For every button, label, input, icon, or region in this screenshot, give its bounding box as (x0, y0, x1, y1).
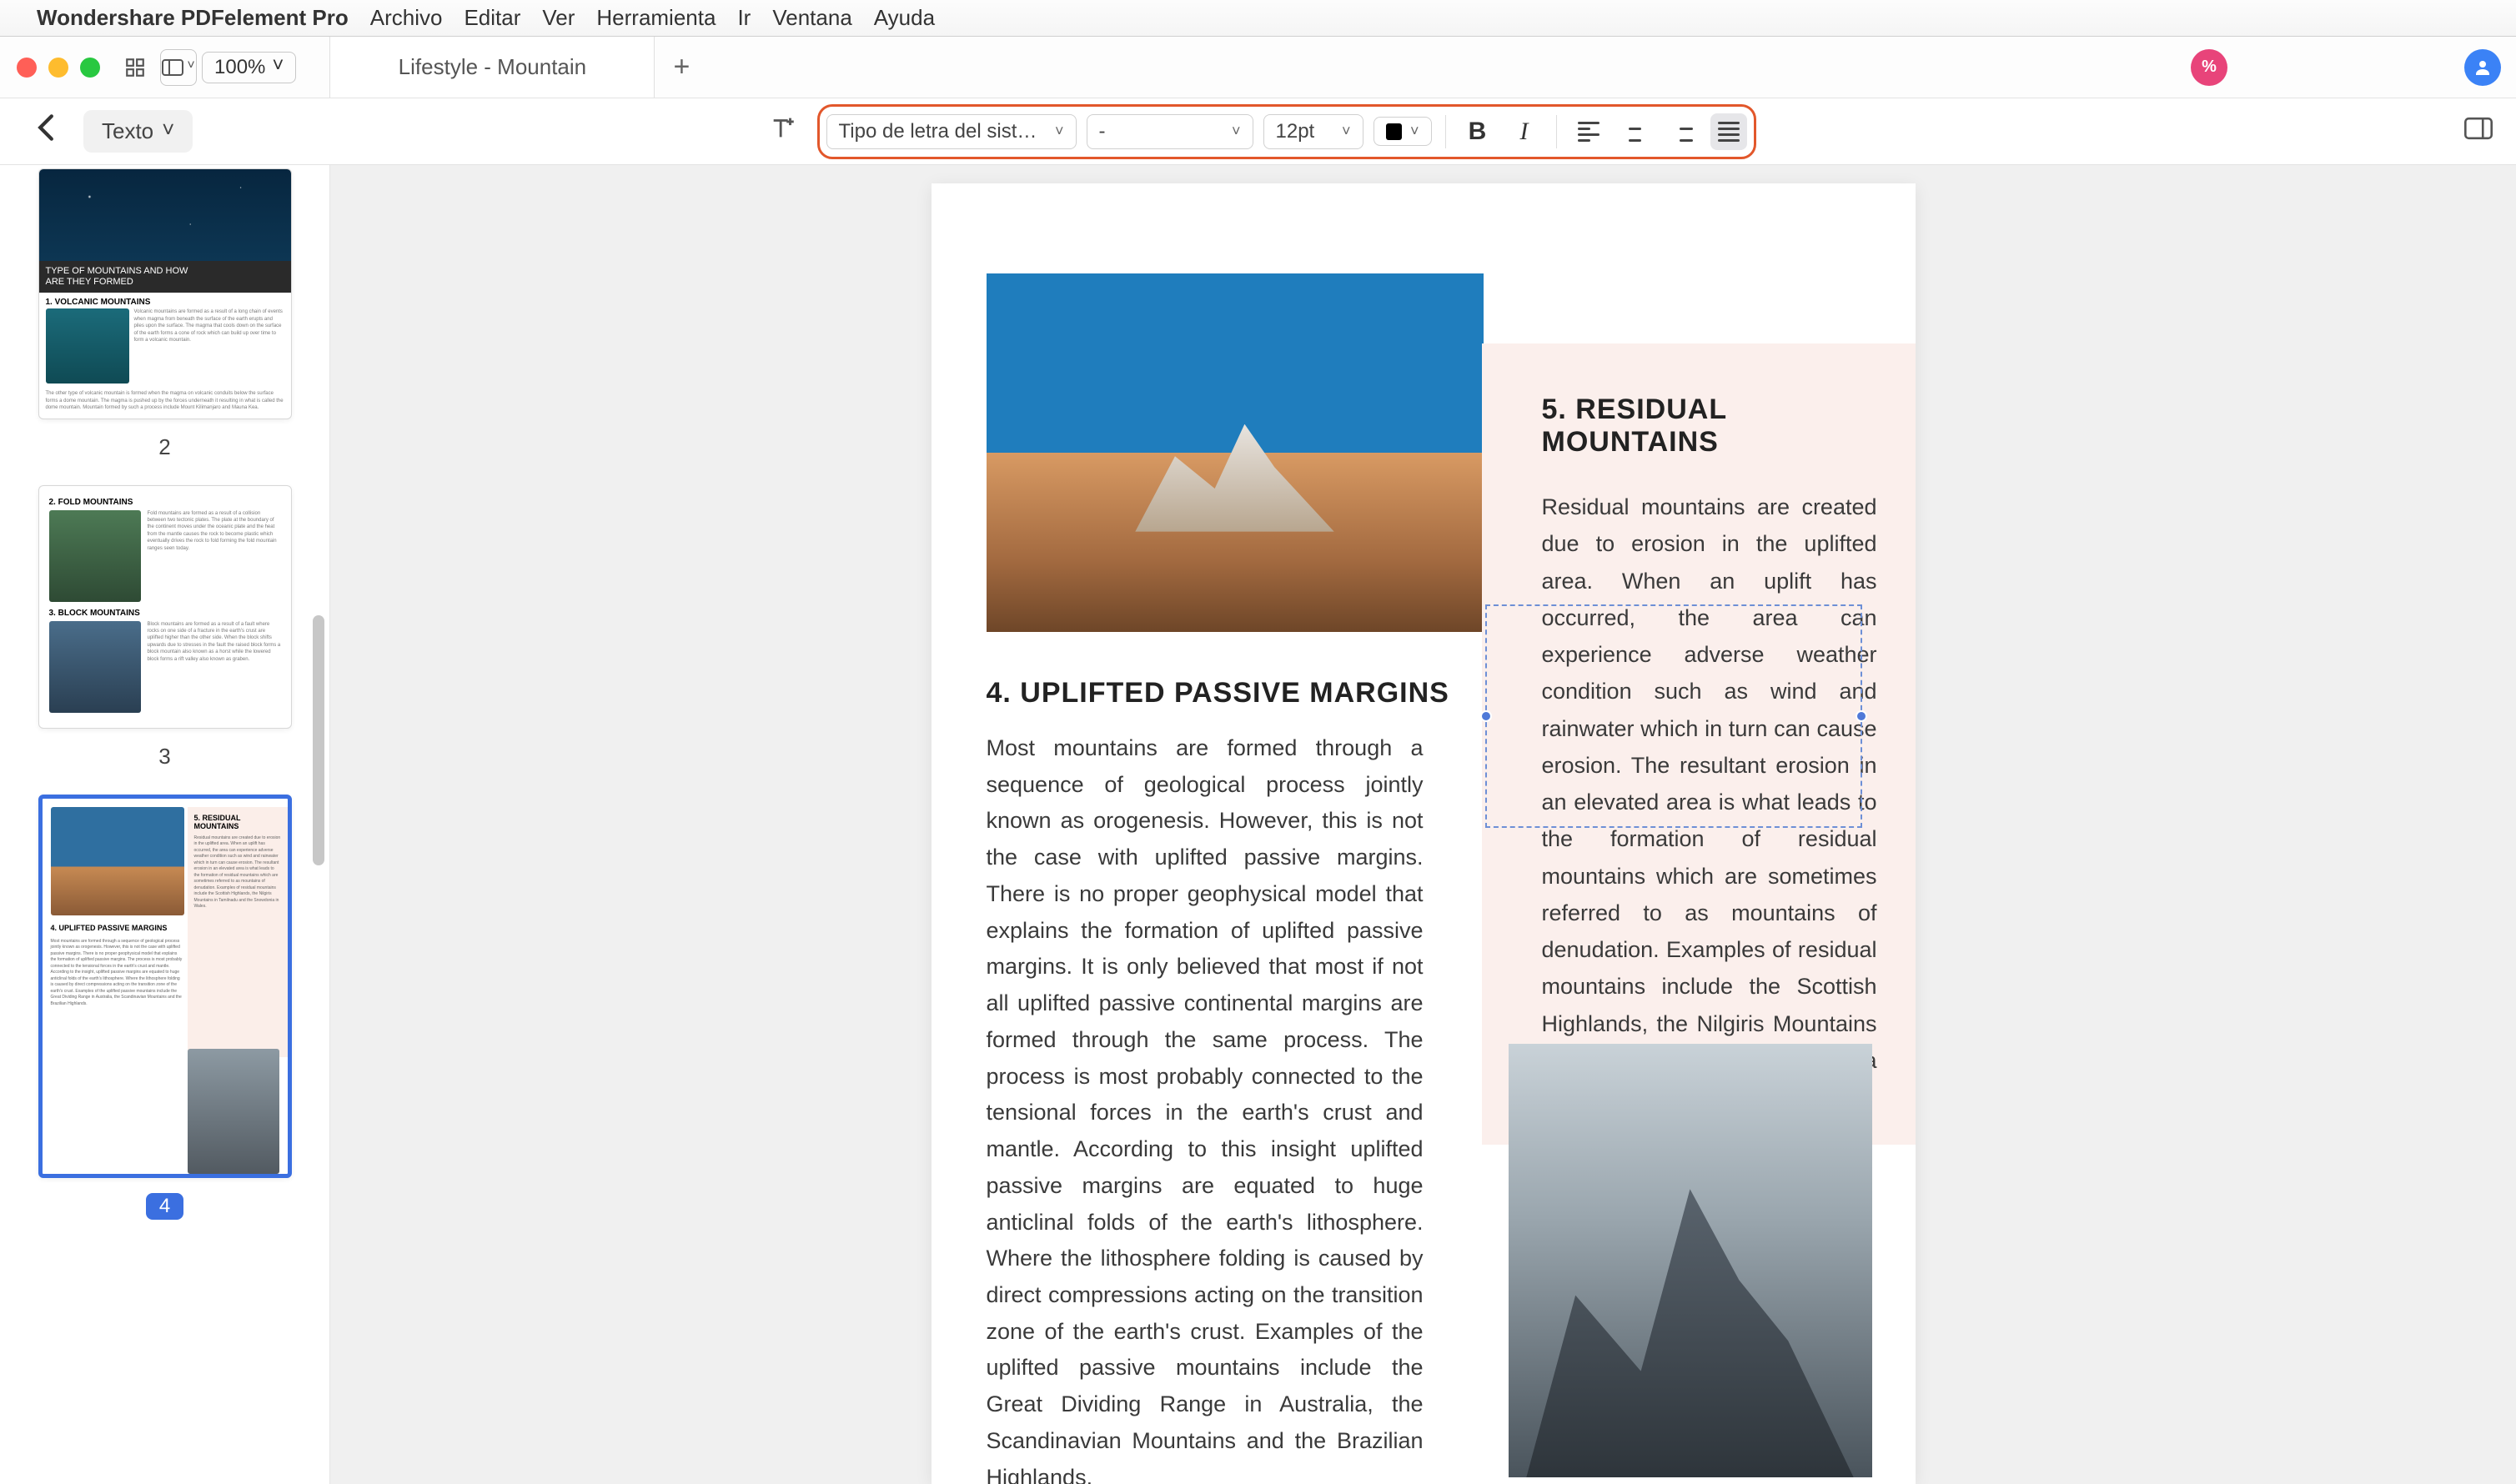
new-tab-button[interactable]: + (655, 37, 708, 98)
font-style-dropdown[interactable]: - ˅ (1087, 114, 1253, 149)
align-right-button[interactable] (1664, 113, 1700, 150)
page-4[interactable]: 4. UPLIFTED PASSIVE MARGINS Most mountai… (932, 183, 1916, 1484)
divider (1445, 115, 1446, 148)
window-titlebar: ˅ 100% ˅ Lifestyle - Mountain + % (0, 37, 2516, 98)
font-size-value: 12pt (1276, 120, 1315, 143)
page-number-label: 2 (20, 434, 309, 460)
thumb3-section-b: 3. BLOCK MOUNTAINS (49, 609, 281, 618)
close-window-button[interactable] (17, 58, 37, 78)
right-panel: 5. RESIDUAL MOUNTAINS Residual mountains… (1482, 343, 1916, 1145)
page-thumbnail-selected[interactable]: 5. RESIDUAL MOUNTAINS Residual mountains… (38, 795, 292, 1178)
add-text-icon[interactable] (761, 113, 806, 149)
thumb4-right-title: 5. RESIDUAL MOUNTAINS (194, 814, 281, 830)
thumb2-title-line2: ARE THEY FORMED (46, 277, 284, 288)
properties-panel-toggle-icon[interactable] (2464, 117, 2493, 147)
sidebar-scrollbar[interactable] (313, 165, 324, 1484)
font-color-dropdown[interactable]: ˅ (1374, 117, 1432, 146)
thumb4-left-title: 4. UPLIFTED PASSIVE MARGINS (51, 924, 168, 932)
font-size-dropdown[interactable]: 12pt ˅ (1263, 114, 1363, 149)
menu-ver[interactable]: Ver (542, 5, 575, 31)
align-left-button[interactable] (1570, 113, 1607, 150)
page-number-label-selected: 4 (20, 1193, 309, 1220)
edit-toolbar: Texto ˅ Tipo de letra del sist… ˅ - ˅ 12… (0, 98, 2516, 165)
macos-menubar: Wondershare PDFelement Pro Archivo Edita… (0, 0, 2516, 37)
document-tab[interactable]: Lifestyle - Mountain (329, 37, 655, 98)
menu-archivo[interactable]: Archivo (370, 5, 443, 31)
text-mode-button[interactable]: Texto ˅ (83, 110, 193, 153)
align-center-button[interactable] (1617, 113, 1654, 150)
text-mode-label: Texto (102, 118, 153, 144)
font-family-dropdown[interactable]: Tipo de letra del sist… ˅ (826, 114, 1077, 149)
page-number-label: 3 (20, 744, 309, 770)
main-area: TYPE OF MOUNTAINS AND HOW ARE THEY FORME… (0, 165, 2516, 1484)
color-swatch-icon (1386, 123, 1402, 140)
text-format-group-highlight: Tipo de letra del sist… ˅ - ˅ 12pt ˅ ˅ B… (817, 104, 1756, 159)
zoom-value: 100% (214, 56, 265, 79)
heading-uplifted[interactable]: 4. UPLIFTED PASSIVE MARGINS (987, 677, 1449, 709)
thumb2-title-line1: TYPE OF MOUNTAINS AND HOW (46, 266, 284, 277)
menu-ayuda[interactable]: Ayuda (874, 5, 935, 31)
promo-badge-icon[interactable]: % (2191, 49, 2227, 86)
back-button[interactable] (23, 110, 68, 153)
page-thumbnail[interactable]: 2. FOLD MOUNTAINS Fold mountains are for… (38, 485, 292, 729)
grid-view-icon[interactable] (117, 49, 153, 86)
page-thumbnail[interactable]: TYPE OF MOUNTAINS AND HOW ARE THEY FORME… (38, 168, 292, 419)
scrollbar-thumb[interactable] (313, 615, 324, 865)
document-canvas[interactable]: 4. UPLIFTED PASSIVE MARGINS Most mountai… (330, 165, 2516, 1484)
app-name[interactable]: Wondershare PDFelement Pro (37, 5, 349, 31)
bold-button[interactable]: B (1459, 113, 1496, 150)
thumbnail-sidebar: TYPE OF MOUNTAINS AND HOW ARE THEY FORME… (0, 165, 330, 1484)
mountain-photo-bottom (1509, 1044, 1872, 1477)
mountain-photo-top (987, 273, 1484, 632)
minimize-window-button[interactable] (48, 58, 68, 78)
menu-ventana[interactable]: Ventana (772, 5, 851, 31)
tab-strip: Lifestyle - Mountain + (329, 37, 2516, 98)
thumb2-section: 1. VOLCANIC MOUNTAINS (39, 293, 291, 308)
body-residual[interactable]: Residual mountains are created due to er… (1520, 489, 1877, 1116)
divider (1556, 115, 1557, 148)
font-family-value: Tipo de letra del sist… (839, 120, 1037, 143)
tab-label: Lifestyle - Mountain (399, 54, 586, 80)
window-controls (17, 58, 100, 78)
font-style-value: - (1099, 120, 1106, 143)
align-justify-button[interactable] (1710, 113, 1747, 150)
heading-residual[interactable]: 5. RESIDUAL MOUNTAINS (1520, 394, 1877, 459)
zoom-dropdown[interactable]: 100% ˅ (202, 52, 296, 83)
sidebar-toggle-icon[interactable]: ˅ (160, 49, 197, 86)
maximize-window-button[interactable] (80, 58, 100, 78)
menu-ir[interactable]: Ir (737, 5, 751, 31)
menu-herramienta[interactable]: Herramienta (596, 5, 716, 31)
body-uplifted[interactable]: Most mountains are formed through a sequ… (987, 730, 1424, 1484)
account-avatar-icon[interactable] (2464, 49, 2501, 86)
menu-editar[interactable]: Editar (464, 5, 520, 31)
italic-button[interactable]: I (1506, 113, 1543, 150)
thumb3-section-a: 2. FOLD MOUNTAINS (49, 498, 281, 507)
